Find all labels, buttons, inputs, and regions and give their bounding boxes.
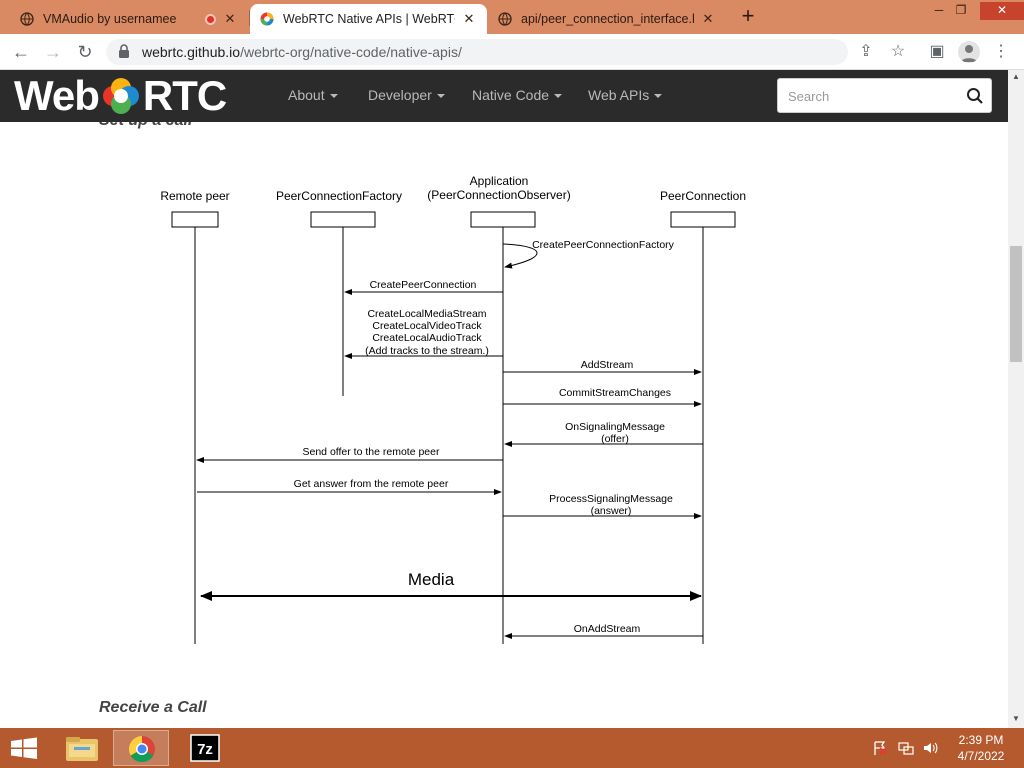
msg-commit-label: CommitStreamChanges <box>559 387 671 399</box>
lifeline-label-remote-peer: Remote peer <box>160 189 229 203</box>
webrtc-logo-icon <box>260 12 274 26</box>
menu-about[interactable]: About <box>288 87 338 103</box>
windows-start-icon[interactable] <box>0 728 48 768</box>
chrome-icon <box>128 735 155 763</box>
msg-process-label-1: ProcessSignalingMessage <box>549 493 673 505</box>
msg-create-factory-label: CreatePeerConnectionFactory <box>532 239 675 251</box>
taskbar-clock-time[interactable]: 2:39 PM <box>958 733 1004 747</box>
caret-down-icon <box>554 94 563 99</box>
folder-icon <box>66 737 98 761</box>
msg-on-add-stream-label: OnAddStream <box>574 623 641 635</box>
scroll-down-icon[interactable]: ▼ <box>1012 714 1020 723</box>
menu-label: Developer <box>368 87 432 103</box>
tab-webrtc-native-apis[interactable]: WebRTC Native APIs | WebRTC ✕ <box>250 4 487 34</box>
webrtc-logo-icon <box>102 78 139 114</box>
tab-close-icon[interactable]: ✕ <box>222 11 238 27</box>
tab-vmaudio[interactable]: VMAudio by usernamee ✕ <box>10 4 248 34</box>
msg-create-media-label-4: (Add tracks to the stream.) <box>365 345 489 357</box>
logo-text-left: Web <box>14 72 100 119</box>
lifeline-label-observer: (PeerConnectionObserver) <box>427 188 570 202</box>
taskbar-chrome[interactable] <box>113 730 169 766</box>
scrollbar-thumb[interactable] <box>1010 246 1022 362</box>
logo-text-right: RTC <box>142 72 227 119</box>
section-heading: Receive a Call <box>99 699 207 716</box>
menu-label: About <box>288 87 325 103</box>
msg-add-stream-label: AddStream <box>581 359 634 371</box>
main-content: Set up a call Remote peer PeerConnection… <box>0 122 1008 728</box>
lifeline-box-peerconnection <box>670 211 736 228</box>
address-bar[interactable]: webrtc.github.io/webrtc-org/native-code/… <box>106 39 848 65</box>
search-input[interactable] <box>788 87 958 105</box>
restore-icon[interactable]: ❐ <box>946 2 976 20</box>
search-icon[interactable] <box>966 87 984 105</box>
menu-label: Native Code <box>472 87 550 103</box>
lifeline-box-application <box>470 211 536 228</box>
tab-title: VMAudio by usernamee <box>43 12 177 26</box>
lock-icon <box>119 44 129 58</box>
url-host: webrtc.github.io <box>142 44 241 60</box>
volume-icon[interactable] <box>922 740 938 756</box>
menu-native-code[interactable]: Native Code <box>472 87 563 103</box>
sequence-diagram: Remote peer PeerConnectionFactory Applic… <box>160 174 746 644</box>
msg-on-signaling-label-2: (offer) <box>601 433 629 445</box>
bookmark-star-icon[interactable]: ☆ <box>887 41 909 63</box>
scroll-up-icon[interactable]: ▲ <box>1012 72 1020 81</box>
menu-developer[interactable]: Developer <box>368 87 445 103</box>
7zip-icon: 7z <box>190 734 220 762</box>
windows-taskbar: 7z 2:39 PM 4/7/2022 <box>0 728 1024 768</box>
window-close-icon[interactable]: ✕ <box>980 2 1024 20</box>
svg-text:7z: 7z <box>197 741 213 758</box>
lifeline-box-factory <box>310 211 376 228</box>
msg-create-pc-label: CreatePeerConnection <box>370 279 477 291</box>
msg-create-media-label-2: CreateLocalVideoTrack <box>372 320 482 332</box>
taskbar-file-explorer[interactable] <box>54 730 110 766</box>
msg-create-media-label-1: CreateLocalMediaStream <box>367 308 486 320</box>
media-label: Media <box>408 570 455 589</box>
browser-menu-icon[interactable]: ⋮ <box>990 41 1012 63</box>
lifeline-label-application: Application <box>470 174 529 188</box>
recording-indicator-icon <box>205 13 216 25</box>
tab-close-icon[interactable]: ✕ <box>461 11 477 27</box>
browser-toolbar: ← → ↻ webrtc.github.io/webrtc-org/native… <box>0 34 1024 70</box>
profile-avatar-icon[interactable] <box>958 41 980 63</box>
lifeline-box-remote-peer <box>171 211 219 228</box>
browser-tab-strip: VMAudio by usernamee ✕ WebRTC Native API… <box>0 0 1024 34</box>
caret-down-icon <box>329 94 338 99</box>
page-scrollbar[interactable]: ▲ ▼ <box>1008 70 1024 728</box>
tab-title: WebRTC Native APIs | WebRTC <box>283 12 455 26</box>
action-center-flag-icon[interactable] <box>872 740 888 756</box>
lifeline-label-peerconnection: PeerConnection <box>660 189 746 203</box>
caret-down-icon <box>436 94 445 99</box>
globe-icon <box>20 12 34 26</box>
msg-create-media-label-3: CreateLocalAudioTrack <box>372 332 482 344</box>
network-icon[interactable] <box>898 740 914 756</box>
tab-title: api/peer_connection_interface.h <box>521 12 694 26</box>
menu-label: Web APIs <box>588 87 650 103</box>
site-search-box <box>777 78 992 113</box>
msg-get-answer-label: Get answer from the remote peer <box>294 478 449 490</box>
forward-icon[interactable]: → <box>42 41 64 63</box>
side-panel-icon[interactable]: ▣ <box>926 41 948 63</box>
share-icon[interactable]: ⇪ <box>855 41 877 63</box>
lifeline-label-factory: PeerConnectionFactory <box>276 189 402 203</box>
new-tab-button[interactable]: + <box>737 5 759 28</box>
webrtc-logo[interactable]: Web RTC <box>14 72 227 119</box>
tab-peer-connection-interface[interactable]: api/peer_connection_interface.h ✕ <box>488 4 726 34</box>
msg-process-label-2: (answer) <box>591 505 632 517</box>
msg-on-signaling-label-1: OnSignalingMessage <box>565 421 665 433</box>
tab-close-icon[interactable]: ✕ <box>700 11 716 27</box>
msg-send-offer-label: Send offer to the remote peer <box>303 446 440 458</box>
reload-icon[interactable]: ↻ <box>74 41 96 63</box>
back-icon[interactable]: ← <box>10 41 32 63</box>
taskbar-clock-date[interactable]: 4/7/2022 <box>954 749 1008 763</box>
menu-web-apis[interactable]: Web APIs <box>588 87 663 103</box>
caret-down-icon <box>654 94 663 99</box>
globe-icon <box>498 12 512 26</box>
url-text: webrtc.github.io/webrtc-org/native-code/… <box>142 44 462 60</box>
site-navbar: Web RTC About Developer Native Code Web … <box>0 70 1008 122</box>
url-path: /webrtc-org/native-code/native-apis/ <box>240 44 462 60</box>
taskbar-7zip[interactable]: 7z <box>177 730 233 766</box>
